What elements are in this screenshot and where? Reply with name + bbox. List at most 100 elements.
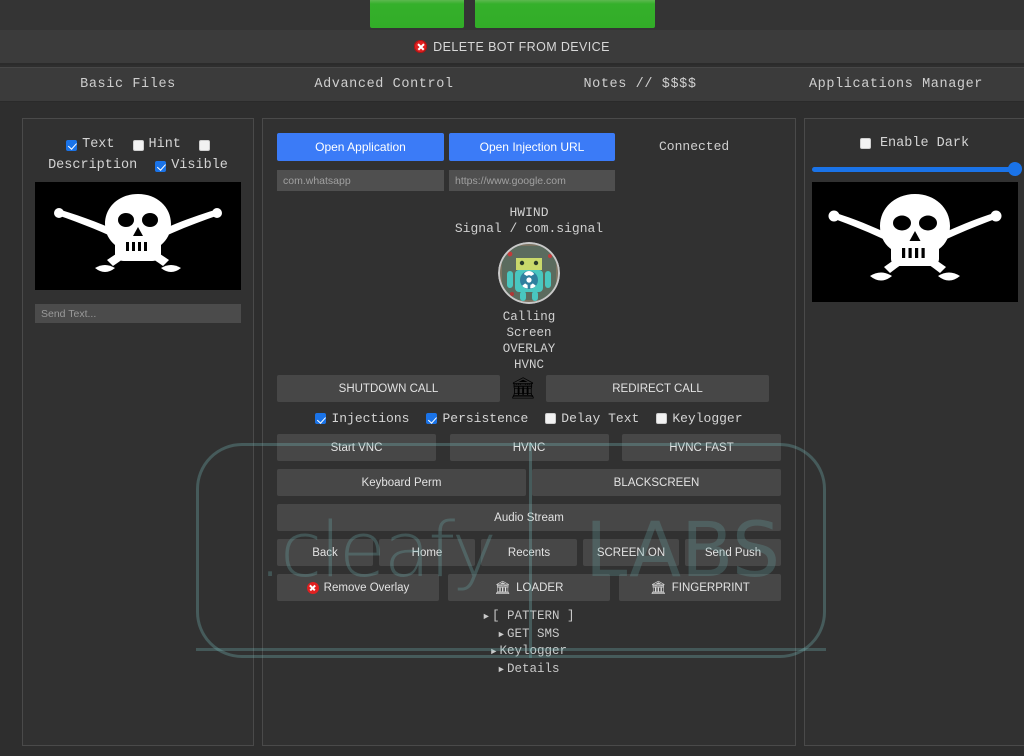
inputs-row [277, 170, 781, 191]
package-name-input[interactable] [277, 170, 444, 191]
top-strip [0, 0, 1024, 30]
enable-dark-label: Enable Dark [879, 136, 970, 151]
bank-icon: 🏛 [494, 580, 512, 595]
send-push-button[interactable]: Send Push [685, 539, 781, 566]
bank-icon: 🏛 [650, 580, 667, 595]
redirect-call-button[interactable]: REDIRECT CALL [546, 375, 769, 402]
vnc-buttons-row: Start VNC HVNC HVNC FAST [277, 434, 781, 461]
checkbox-keylogger-label: Keylogger [672, 411, 743, 426]
checkbox-keylogger[interactable] [656, 413, 668, 424]
tree-item-get-sms-label: GET SMS [506, 626, 560, 641]
fingerprint-button[interactable]: 🏛 FINGERPRINT [619, 574, 781, 601]
tree-item-details[interactable]: ► Details [277, 661, 781, 679]
bank-icon: 🏛 [509, 377, 537, 400]
injection-url-input[interactable] [449, 170, 615, 191]
recents-button[interactable]: Recents [481, 539, 577, 566]
keyboard-perm-button[interactable]: Keyboard Perm [277, 469, 526, 496]
keyboard-row: Keyboard Perm BLACKSCREEN [277, 469, 781, 496]
chevron-right-icon: ► [491, 647, 497, 657]
green-action-button-1[interactable] [370, 0, 464, 28]
checkbox-text[interactable] [66, 139, 78, 151]
tab-basic-files[interactable]: Basic Files [0, 77, 256, 92]
remove-overlay-button[interactable]: Remove Overlay [277, 574, 439, 601]
tree-item-pattern[interactable]: ►[ PATTERN ] [277, 608, 781, 626]
left-checkbox-row-1: Text Hint [33, 135, 243, 155]
tab-advanced-control[interactable]: Advanced Control [256, 77, 512, 92]
send-text-input[interactable] [35, 304, 241, 323]
right-panel: Enable Dark [804, 118, 1024, 746]
checkbox-description[interactable] [198, 139, 210, 151]
delete-bot-label: DELETE BOT FROM DEVICE [433, 39, 610, 54]
center-content: Open Application Open Injection URL Conn… [263, 119, 795, 678]
loader-buttons-row: Remove Overlay 🏛 LOADER 🏛 FINGERPRINT [277, 574, 781, 601]
start-vnc-button[interactable]: Start VNC [277, 434, 436, 461]
checkbox-injections-label: Injections [331, 411, 410, 426]
chevron-right-icon: ► [498, 664, 504, 675]
home-button[interactable]: Home [379, 539, 475, 566]
delete-bot-bar[interactable]: DELETE BOT FROM DEVICE [0, 30, 1024, 65]
close-circle-icon [306, 581, 319, 594]
center-panel: Open Application Open Injection URL Conn… [262, 118, 796, 746]
loader-label: LOADER [516, 581, 564, 594]
nav-buttons-row: Back Home Recents SCREEN ON Send Push [277, 539, 781, 566]
slider-knob[interactable] [1007, 162, 1022, 176]
left-panel: Text Hint Description Visible [22, 118, 254, 746]
fingerprint-label: FINGERPRINT [671, 581, 750, 594]
open-application-button[interactable]: Open Application [277, 133, 444, 161]
checkbox-description-label: Description [48, 158, 138, 173]
chevron-right-icon: ► [498, 629, 504, 640]
checkbox-hint-label: Hint [148, 137, 181, 152]
close-circle-icon [414, 40, 428, 53]
checkbox-injections[interactable] [315, 413, 327, 424]
checkbox-persistence[interactable] [426, 413, 438, 424]
checkbox-hint[interactable] [132, 139, 144, 151]
back-button[interactable]: Back [277, 539, 373, 566]
enable-dark-row: Enable Dark [805, 119, 1024, 151]
stack-item-hvnc: HVNC [513, 358, 544, 372]
chevron-right-icon: ► [483, 612, 489, 622]
open-buttons-row: Open Application Open Injection URL Conn… [277, 133, 781, 161]
audio-row: Audio Stream [277, 504, 781, 531]
checkbox-persistence-label: Persistence [442, 411, 529, 426]
tree-item-keylogger[interactable]: ► Keylogger [277, 643, 781, 661]
hvnc-button[interactable]: HVNC [449, 434, 609, 461]
tab-notes[interactable]: Notes // $$$$ [512, 77, 768, 92]
checkbox-text-label: Text [82, 137, 115, 152]
tree-item-get-sms[interactable]: ► GET SMS [277, 626, 781, 644]
checkbox-enable-dark[interactable] [859, 138, 871, 149]
overlay-stack-list: Calling Screen OVERLAY HVNC [277, 309, 781, 373]
tree-item-details-label: Details [506, 661, 560, 676]
device-identity: HWIND Signal / com.signal [277, 205, 781, 237]
shutdown-call-button[interactable]: SHUTDOWN CALL [277, 375, 500, 402]
android-biohazard-icon [498, 242, 560, 304]
options-row: Injections Persistence Delay Text Keylog… [277, 411, 781, 426]
checkbox-visible-label: Visible [171, 158, 228, 173]
pirate-skull-flag-image-right [811, 182, 1018, 302]
screen-on-button[interactable]: SCREEN ON [583, 539, 679, 566]
app-window: DELETE BOT FROM DEVICE Basic Files Advan… [0, 0, 1024, 756]
left-checkbox-group: Text Hint Description Visible [23, 119, 253, 176]
tab-applications-manager[interactable]: Applications Manager [768, 77, 1024, 92]
audio-stream-button[interactable]: Audio Stream [277, 504, 781, 531]
pirate-skull-flag-image [35, 182, 241, 290]
checkbox-delay-text[interactable] [545, 413, 557, 424]
stack-item-calling: Calling [502, 310, 556, 324]
tab-bar: Basic Files Advanced Control Notes // $$… [0, 67, 1024, 102]
stack-item-screen: Screen [506, 326, 552, 340]
stack-item-overlay: OVERLAY [502, 342, 556, 356]
hvnc-fast-button[interactable]: HVNC FAST [622, 434, 781, 461]
loader-button[interactable]: 🏛 LOADER [448, 574, 610, 601]
remove-overlay-label: Remove Overlay [323, 581, 410, 594]
tree-item-keylogger-label: Keylogger [499, 644, 567, 658]
tree-item-pattern-label: [ PATTERN ] [491, 609, 575, 623]
brightness-slider[interactable] [811, 162, 1022, 176]
call-buttons-row: SHUTDOWN CALL 🏛 REDIRECT CALL [277, 375, 781, 402]
checkbox-visible[interactable] [155, 160, 167, 172]
device-app-line: Signal / com.signal [454, 221, 604, 236]
green-action-button-2[interactable] [475, 0, 655, 28]
expandable-tree: ►[ PATTERN ] ► GET SMS ► Keylogger ► Detail… [277, 608, 781, 678]
checkbox-delay-text-label: Delay Text [561, 411, 640, 426]
slider-track [811, 166, 1018, 172]
blackscreen-button[interactable]: BLACKSCREEN [532, 469, 781, 496]
open-injection-url-button[interactable]: Open Injection URL [449, 133, 615, 161]
